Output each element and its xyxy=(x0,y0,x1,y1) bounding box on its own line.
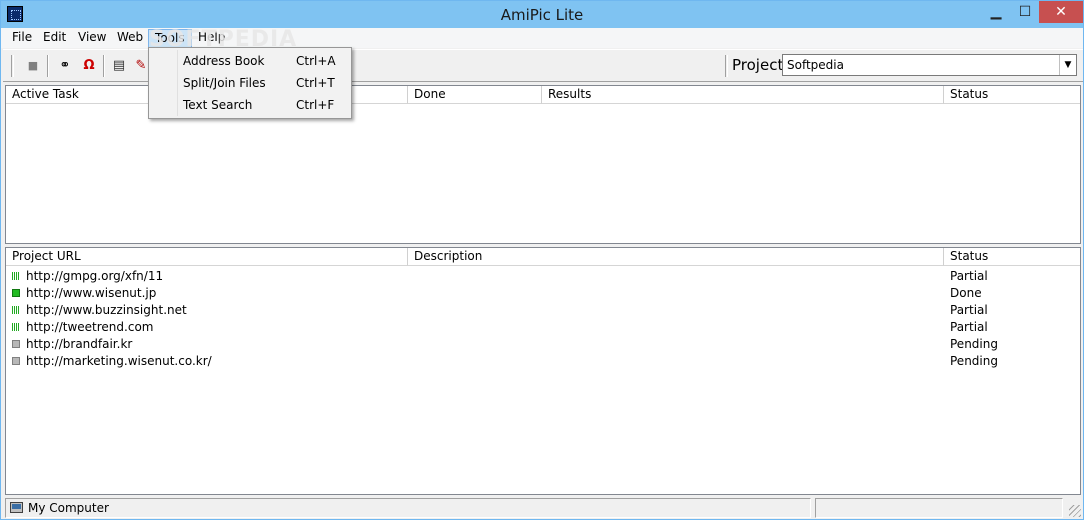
partial-icon xyxy=(12,323,20,331)
table-row[interactable]: http://tweetrend.com Partial xyxy=(6,319,1080,336)
app-window: AmiPic Lite ▁ ☐ ✕ File Edit View Web Too… xyxy=(0,0,1084,520)
row-url: http://tweetrend.com xyxy=(26,320,154,334)
partial-icon xyxy=(12,306,20,314)
row-status: Partial xyxy=(950,303,988,317)
table-row[interactable]: http://marketing.wisenut.co.kr/ Pending xyxy=(6,353,1080,370)
menu-web[interactable]: Web xyxy=(111,29,149,48)
menu-file[interactable]: File xyxy=(6,29,38,48)
toolbar-separator xyxy=(103,55,105,77)
table-row[interactable]: http://gmpg.org/xfn/11 Partial xyxy=(6,268,1080,285)
row-url: http://brandfair.kr xyxy=(26,337,133,351)
stop-icon[interactable]: ■ xyxy=(23,56,43,76)
project-value: Softpedia xyxy=(787,58,844,72)
pending-icon xyxy=(12,340,20,348)
menu-item-shortcut: Ctrl+T xyxy=(296,76,335,90)
menu-item-label: Split/Join Files xyxy=(183,76,266,90)
project-label: Project xyxy=(732,56,784,74)
pending-icon xyxy=(12,357,20,365)
toolbar-grip[interactable] xyxy=(11,55,14,77)
document-search-icon[interactable]: ▤ xyxy=(109,56,129,76)
column-header-status[interactable]: Status xyxy=(944,248,1080,266)
close-button[interactable]: ✕ xyxy=(1039,1,1083,23)
menu-item-address-book[interactable]: Address Book Ctrl+A xyxy=(151,50,349,72)
row-status: Done xyxy=(950,286,982,300)
row-status: Pending xyxy=(950,354,998,368)
table-row[interactable]: http://brandfair.kr Pending xyxy=(6,336,1080,353)
status-pane-info xyxy=(815,498,1063,518)
magnet-icon[interactable]: Ω xyxy=(79,56,99,76)
status-pane-location: My Computer xyxy=(5,498,811,518)
menu-item-text-search[interactable]: Text Search Ctrl+F xyxy=(151,94,349,116)
resize-grip[interactable] xyxy=(1069,505,1081,517)
row-status: Partial xyxy=(950,320,988,334)
status-bar: My Computer xyxy=(3,497,1083,519)
row-url: http://www.wisenut.jp xyxy=(26,286,157,300)
row-url: http://www.buzzinsight.net xyxy=(26,303,187,317)
menu-item-label: Text Search xyxy=(183,98,253,112)
partial-icon xyxy=(12,272,20,280)
table-row[interactable]: http://www.buzzinsight.net Partial xyxy=(6,302,1080,319)
column-header-done[interactable]: Done xyxy=(408,86,542,104)
project-url-list[interactable]: Project URL Description Status http://gm… xyxy=(5,247,1081,495)
menu-item-label: Address Book xyxy=(183,54,265,68)
binoculars-icon[interactable]: ⚭ xyxy=(55,56,75,76)
done-icon xyxy=(12,289,20,297)
computer-icon xyxy=(10,502,23,513)
column-header-project-url[interactable]: Project URL xyxy=(6,248,408,266)
toolbar-grip[interactable] xyxy=(725,55,728,77)
menu-view[interactable]: View xyxy=(72,29,112,48)
tools-menu: Address Book Ctrl+A Split/Join Files Ctr… xyxy=(148,47,352,119)
menu-item-shortcut: Ctrl+F xyxy=(296,98,335,112)
menu-item-split-join-files[interactable]: Split/Join Files Ctrl+T xyxy=(151,72,349,94)
row-status: Pending xyxy=(950,337,998,351)
minimize-button[interactable]: ▁ xyxy=(981,1,1011,23)
row-url: http://gmpg.org/xfn/11 xyxy=(26,269,164,283)
column-header-results[interactable]: Results xyxy=(542,86,944,104)
title-bar[interactable]: AmiPic Lite ▁ ☐ ✕ xyxy=(1,1,1083,28)
table-row[interactable]: http://www.wisenut.jp Done xyxy=(6,285,1080,302)
toolbar-separator xyxy=(47,55,49,77)
row-status: Partial xyxy=(950,269,988,283)
column-header-description[interactable]: Description xyxy=(408,248,944,266)
chevron-down-icon[interactable]: ▼ xyxy=(1059,55,1076,75)
project-select[interactable]: Softpedia ▼ xyxy=(782,54,1077,76)
status-text: My Computer xyxy=(28,501,109,515)
maximize-button[interactable]: ☐ xyxy=(1011,1,1039,23)
row-url: http://marketing.wisenut.co.kr/ xyxy=(26,354,212,368)
menu-edit[interactable]: Edit xyxy=(37,29,72,48)
menu-item-shortcut: Ctrl+A xyxy=(296,54,336,68)
window-title: AmiPic Lite xyxy=(500,6,584,24)
column-header-status[interactable]: Status xyxy=(944,86,1080,104)
